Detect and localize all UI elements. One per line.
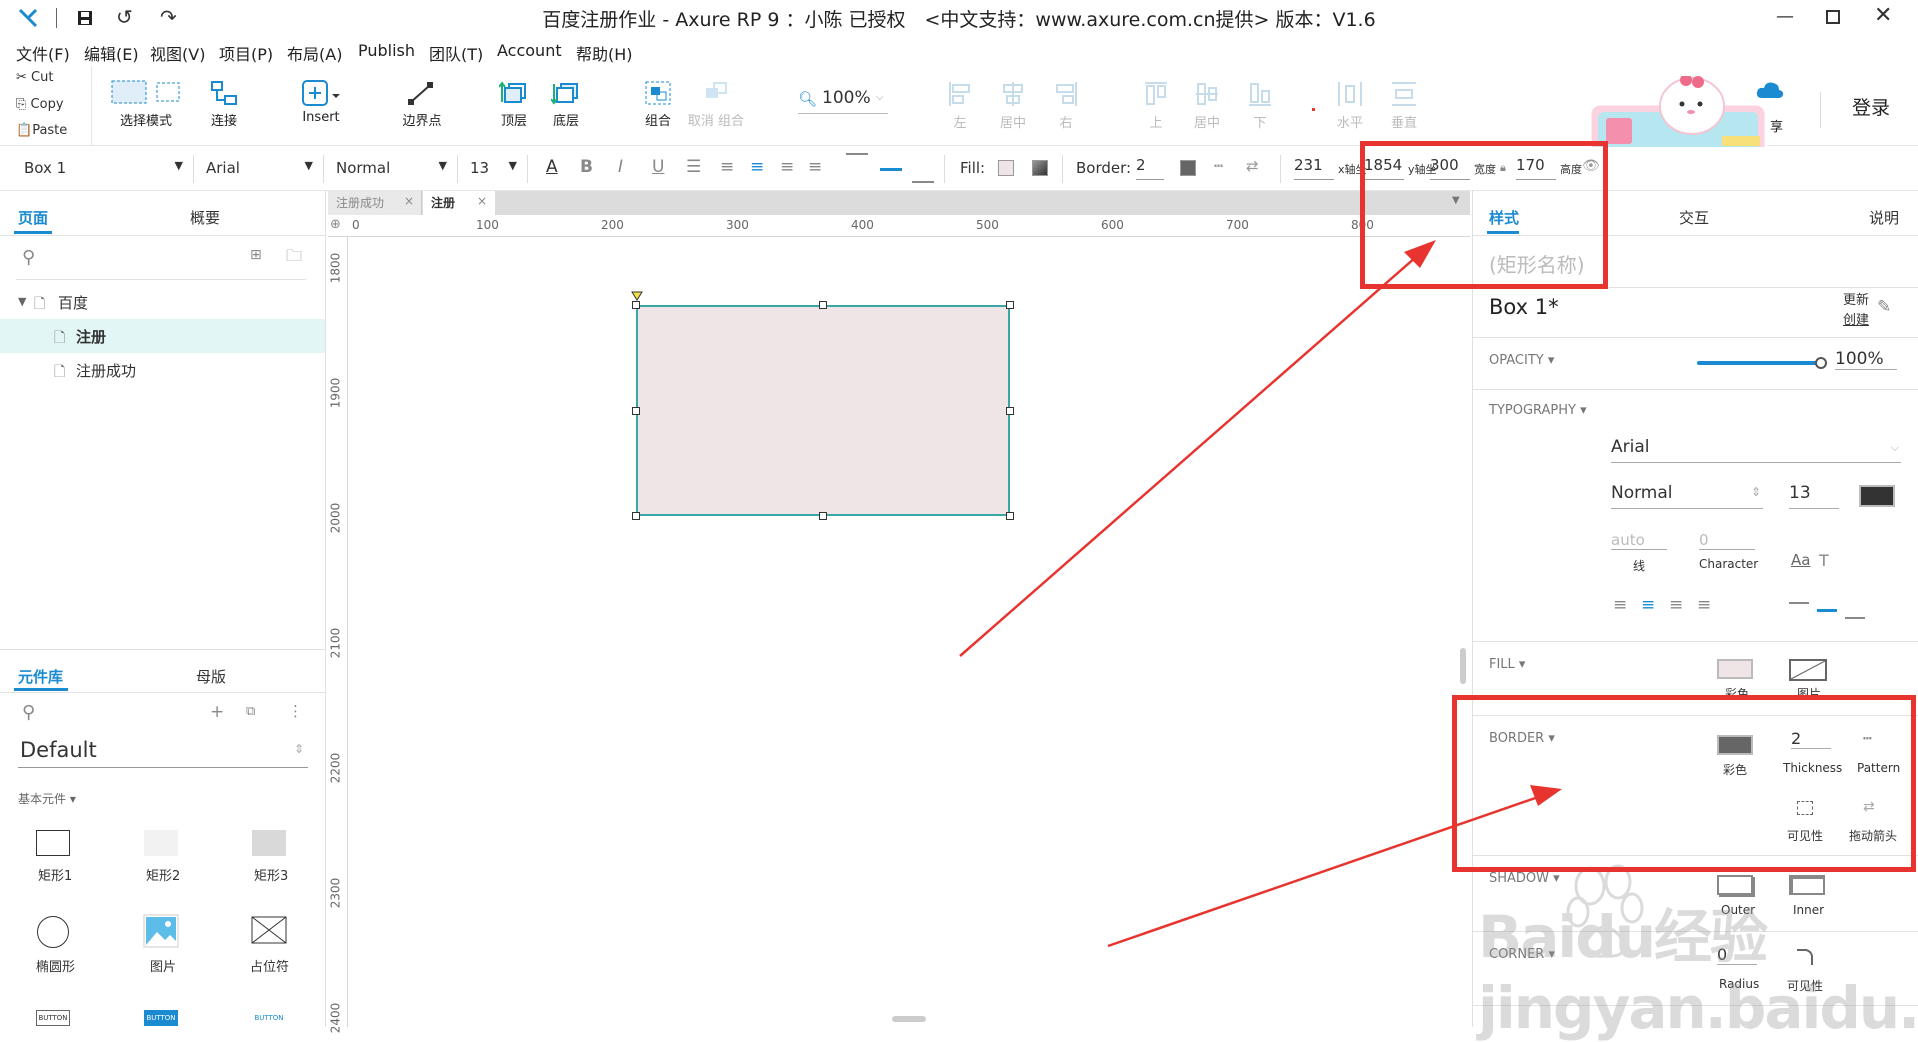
annotation-arrow-head (1530, 785, 1562, 806)
annotation-arrows (959, 240, 1562, 948)
annotation-arrow-line (1107, 793, 1545, 948)
annotation-arrow-line (959, 249, 1425, 657)
